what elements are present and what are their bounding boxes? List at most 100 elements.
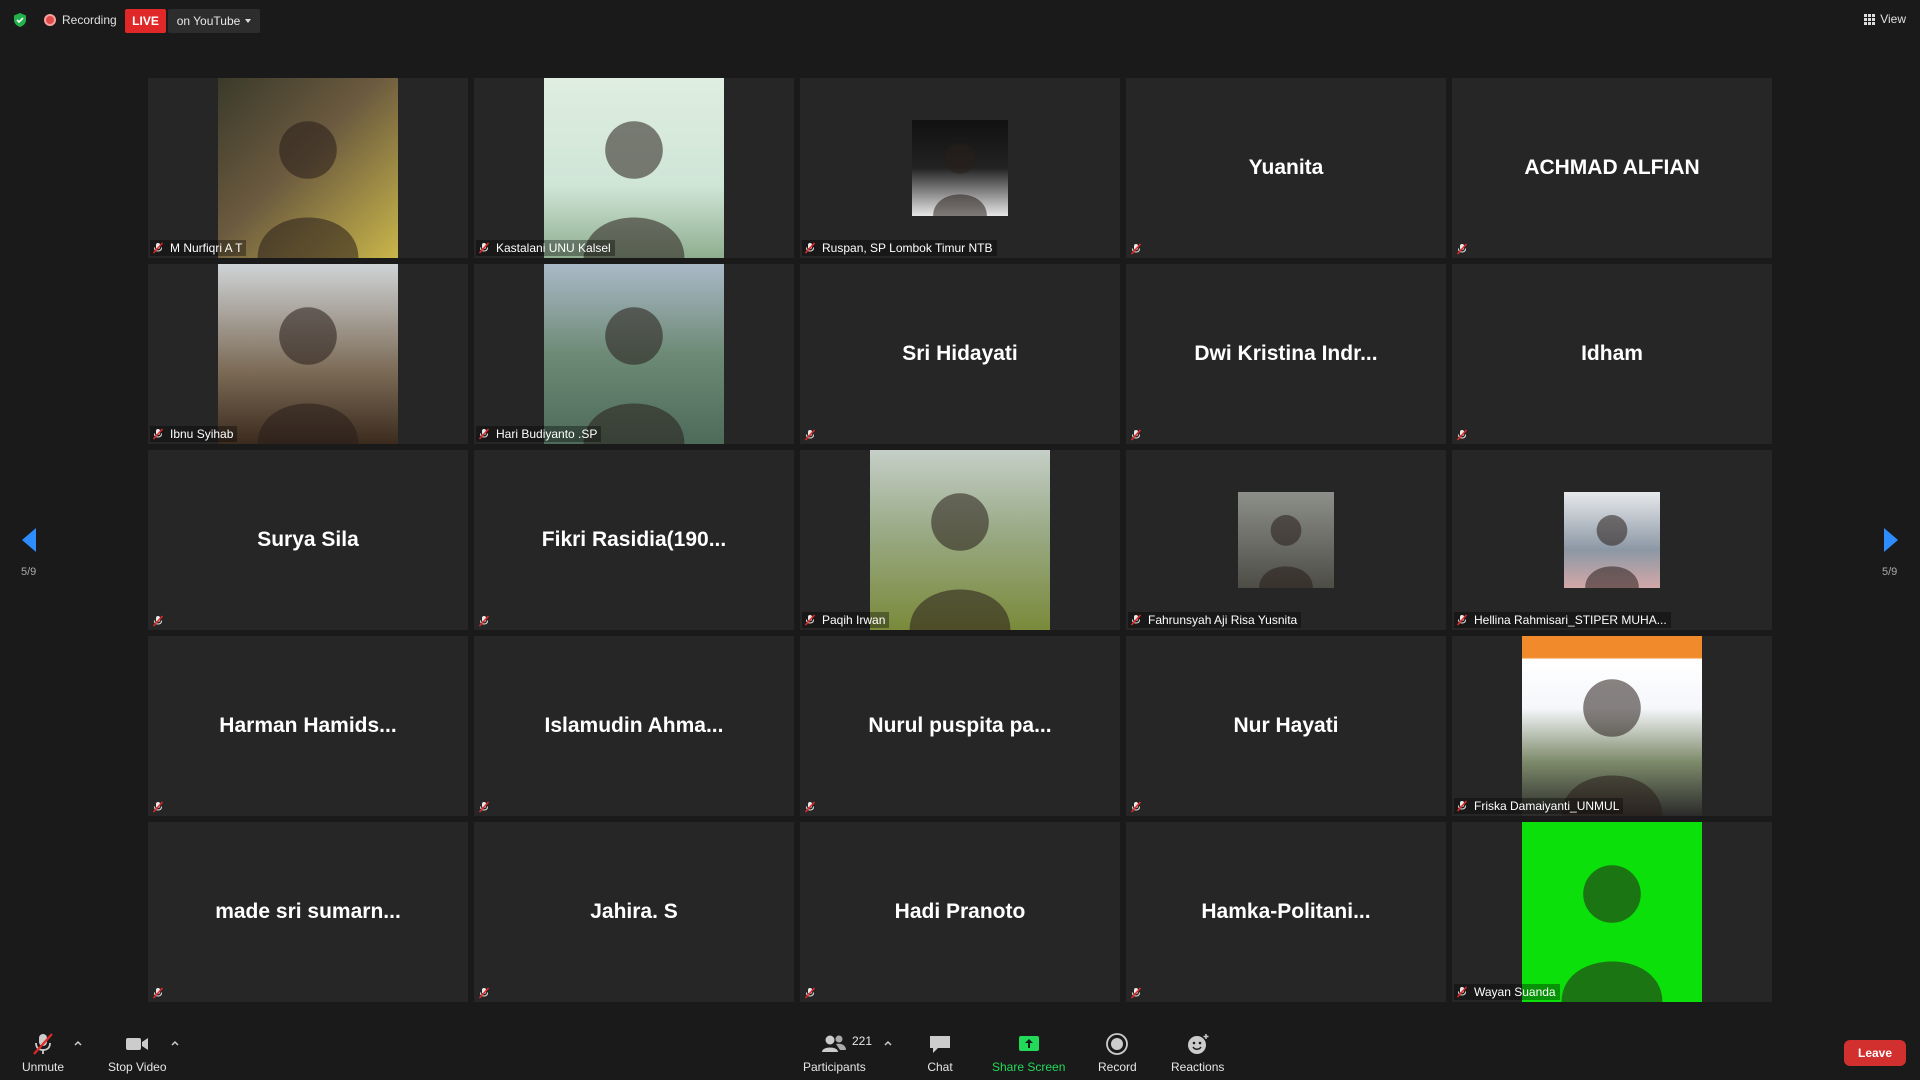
- participant-video: [1522, 636, 1702, 816]
- microphone-muted-icon: [152, 428, 164, 440]
- microphone-muted-icon: [804, 801, 816, 813]
- share-screen-icon: [1018, 1036, 1039, 1051]
- participant-tile[interactable]: Hadi Pranoto: [800, 822, 1120, 1002]
- unmute-button[interactable]: Unmute: [22, 1032, 64, 1074]
- unmute-label: Unmute: [22, 1060, 65, 1074]
- person-silhouette-icon: [1561, 679, 1663, 816]
- participant-video: [1564, 492, 1660, 588]
- record-icon: [1106, 1033, 1129, 1055]
- participant-label-text: Hari Budiyanto .SP: [496, 427, 598, 441]
- view-button[interactable]: View: [1864, 12, 1906, 26]
- participant-tile[interactable]: ACHMAD ALFIAN: [1452, 78, 1772, 258]
- participant-label: [476, 800, 500, 814]
- record-button[interactable]: Record: [1098, 1032, 1137, 1074]
- recording-label: Recording: [62, 13, 117, 27]
- person-silhouette-icon: [1585, 515, 1639, 588]
- participant-tile[interactable]: Paqih Irwan: [800, 450, 1120, 630]
- participant-tile[interactable]: Sri Hidayati: [800, 264, 1120, 444]
- participant-label: Hellina Rahmisari_STIPER MUHA...: [1454, 612, 1671, 628]
- participant-tile[interactable]: Nurul puspita pa...: [800, 636, 1120, 816]
- participant-name: Nurul puspita pa...: [868, 714, 1052, 737]
- participant-tile[interactable]: Surya Sila: [148, 450, 468, 630]
- participant-video: [1238, 492, 1334, 588]
- microphone-muted-icon: [1456, 614, 1468, 626]
- participant-label: [150, 800, 174, 814]
- participant-tile[interactable]: Jahira. S: [474, 822, 794, 1002]
- participant-video: [218, 264, 398, 444]
- participant-label: [476, 986, 500, 1000]
- microphone-muted-icon: [1130, 987, 1142, 999]
- participant-label-text: Ruspan, SP Lombok Timur NTB: [822, 241, 993, 255]
- microphone-muted-icon: [1130, 243, 1142, 255]
- live-badge: LIVE: [125, 9, 166, 33]
- person-silhouette-icon: [933, 143, 987, 216]
- share-screen-button[interactable]: Share Screen: [992, 1032, 1065, 1074]
- participant-tile[interactable]: Wayan Suanda: [1452, 822, 1772, 1002]
- recording-indicator[interactable]: Recording: [44, 13, 117, 27]
- participant-tile[interactable]: Friska Damaiyanti_UNMUL: [1452, 636, 1772, 816]
- participant-tile[interactable]: Hari Budiyanto .SP: [474, 264, 794, 444]
- reactions-button[interactable]: Reactions: [1171, 1032, 1224, 1074]
- participant-label: [476, 614, 500, 628]
- microphone-muted-icon: [1456, 800, 1468, 812]
- participant-tile[interactable]: Hamka-Politani...: [1126, 822, 1446, 1002]
- microphone-muted-icon: [804, 614, 816, 626]
- participant-label-text: Wayan Suanda: [1474, 985, 1556, 999]
- participant-label: [802, 800, 826, 814]
- participant-name: Hadi Pranoto: [894, 900, 1026, 923]
- share-screen-label: Share Screen: [992, 1060, 1066, 1074]
- participant-name: Fikri Rasidia(190...: [541, 528, 727, 551]
- microphone-muted-icon: [804, 429, 816, 441]
- participant-name: made sri sumarn...: [215, 900, 401, 923]
- participant-label: [1128, 986, 1152, 1000]
- participant-tile[interactable]: Harman Hamids...: [148, 636, 468, 816]
- page-indicator-right: 5/9: [1882, 566, 1898, 578]
- microphone-muted-icon: [152, 987, 164, 999]
- participant-label: [150, 614, 174, 628]
- participant-label: [802, 428, 826, 442]
- participant-label: Wayan Suanda: [1454, 984, 1560, 1000]
- youtube-stream-dropdown[interactable]: on YouTube: [168, 9, 260, 33]
- microphone-muted-icon: [478, 242, 490, 254]
- chevron-up-icon[interactable]: [73, 1038, 83, 1048]
- participant-label-text: Ibnu Syihab: [170, 427, 234, 441]
- microphone-muted-icon: [478, 801, 490, 813]
- participant-name: Dwi Kristina Indr...: [1194, 342, 1378, 365]
- chat-label: Chat: [927, 1060, 953, 1074]
- leave-meeting-button[interactable]: Leave: [1844, 1040, 1906, 1066]
- microphone-muted-icon: [1130, 801, 1142, 813]
- participant-label-text: Paqih Irwan: [822, 613, 886, 627]
- participant-tile[interactable]: Fahrunsyah Aji Risa Yusnita: [1126, 450, 1446, 630]
- record-dot-icon: [44, 14, 56, 26]
- participants-count: 221: [852, 1034, 873, 1048]
- participant-tile[interactable]: Hellina Rahmisari_STIPER MUHA...: [1452, 450, 1772, 630]
- participant-tile[interactable]: Islamudin Ahma...: [474, 636, 794, 816]
- chevron-up-icon[interactable]: [883, 1038, 893, 1048]
- chat-button[interactable]: Chat: [927, 1032, 953, 1074]
- top-bar: Recording LIVE on YouTube View: [0, 0, 1920, 40]
- shield-icon[interactable]: [12, 12, 28, 28]
- microphone-muted-icon: [152, 801, 164, 813]
- next-page-arrow-icon[interactable]: [1882, 525, 1902, 555]
- participant-label: Ruspan, SP Lombok Timur NTB: [802, 240, 997, 256]
- previous-page-arrow-icon[interactable]: [18, 525, 38, 555]
- participant-video: [544, 78, 724, 258]
- record-label: Record: [1098, 1060, 1137, 1074]
- participant-label: [802, 986, 826, 1000]
- participant-tile[interactable]: Yuanita: [1126, 78, 1446, 258]
- participant-tile[interactable]: M Nurfiqri A T: [148, 78, 468, 258]
- participant-tile[interactable]: made sri sumarn...: [148, 822, 468, 1002]
- participant-tile[interactable]: Idham: [1452, 264, 1772, 444]
- participant-name: Islamudin Ahma...: [544, 714, 724, 737]
- chevron-up-icon[interactable]: [170, 1038, 180, 1048]
- stop-video-button[interactable]: Stop Video: [108, 1032, 167, 1074]
- participant-tile[interactable]: Nur Hayati: [1126, 636, 1446, 816]
- person-silhouette-icon: [909, 493, 1011, 630]
- participant-tile[interactable]: Ibnu Syihab: [148, 264, 468, 444]
- participant-tile[interactable]: Fikri Rasidia(190...: [474, 450, 794, 630]
- participant-tile[interactable]: Dwi Kristina Indr...: [1126, 264, 1446, 444]
- participant-tile[interactable]: Ruspan, SP Lombok Timur NTB: [800, 78, 1120, 258]
- participant-name: ACHMAD ALFIAN: [1524, 156, 1700, 179]
- participant-tile[interactable]: Kastalani UNU Kalsel: [474, 78, 794, 258]
- participant-label-text: Fahrunsyah Aji Risa Yusnita: [1148, 613, 1298, 627]
